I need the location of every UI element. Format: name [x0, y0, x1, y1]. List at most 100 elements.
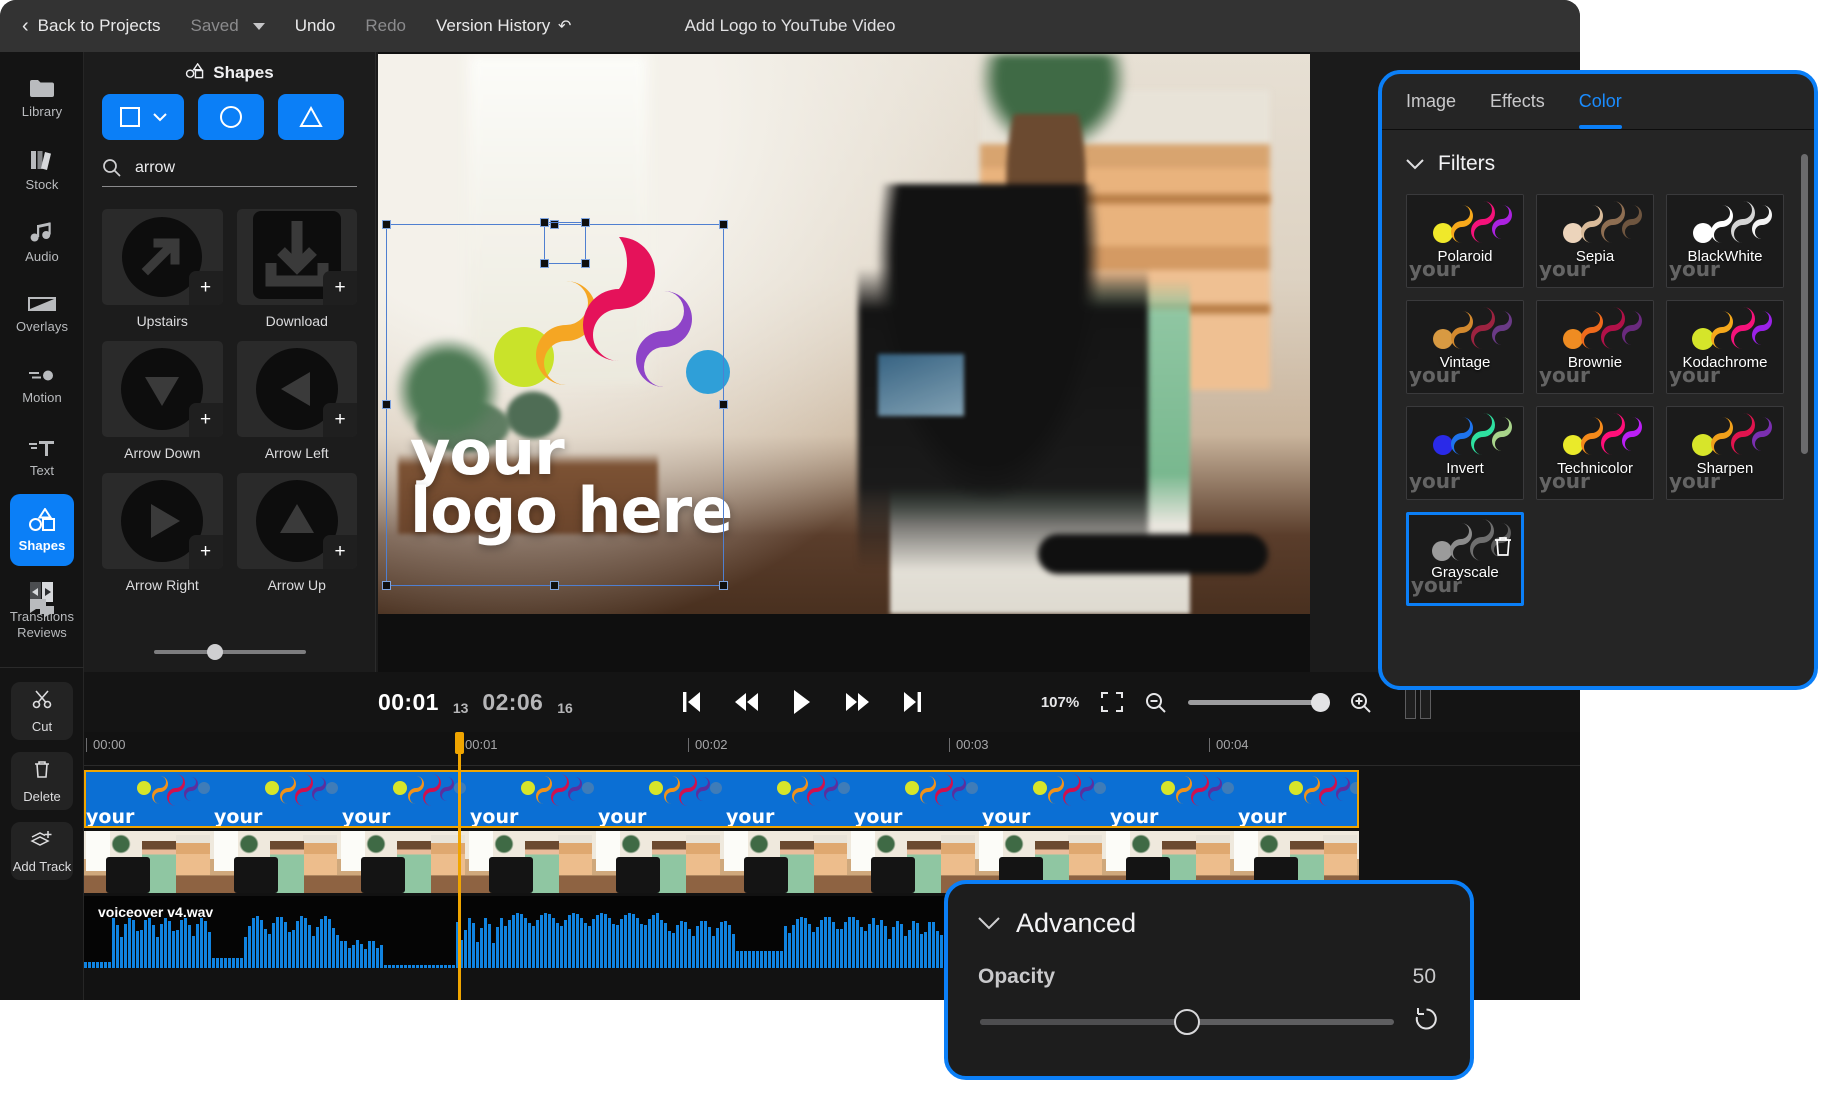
slider-track[interactable] [154, 650, 306, 654]
delete-filter-button[interactable] [1493, 535, 1513, 562]
sidebar-item-text[interactable]: Text [0, 422, 84, 494]
split-view-icon[interactable] [1405, 685, 1431, 719]
add-shape-button[interactable]: + [323, 403, 357, 437]
shape-result-arrow-down[interactable]: + Arrow Down [102, 341, 223, 461]
playback-controls [683, 689, 921, 715]
sidebar-item-label: Audio [25, 249, 59, 264]
timeline-clip-logo[interactable]: youryouryouryouryouryouryouryouryouryour [84, 770, 1359, 828]
sidebar-item-library[interactable]: Library [0, 62, 84, 134]
shape-result-label: Arrow Down [102, 445, 223, 461]
filter-label: Polaroid [1407, 248, 1523, 265]
shape-thumbnail: + [237, 473, 358, 569]
play-button[interactable] [793, 689, 811, 715]
filter-sepia[interactable]: your Sepia [1536, 194, 1654, 288]
opacity-slider[interactable] [980, 1019, 1394, 1025]
add-shape-button[interactable]: + [189, 271, 223, 305]
resize-handle-ne[interactable] [581, 218, 590, 227]
reset-icon[interactable] [1412, 1005, 1440, 1038]
sidebar-item-shapes[interactable]: Shapes [10, 494, 74, 566]
filters-section-header[interactable]: Filters [1406, 152, 1790, 176]
chevron-down-icon[interactable] [253, 23, 265, 30]
shape-result-download[interactable]: + Download [237, 209, 358, 329]
sidebar-item-audio[interactable]: Audio [0, 206, 84, 278]
resize-handle-se[interactable] [719, 581, 728, 590]
add-shape-button[interactable]: + [323, 271, 357, 305]
playhead-handle[interactable] [455, 732, 464, 754]
shape-result-arrow-up[interactable]: + Arrow Up [237, 473, 358, 593]
sidebar-item-stock[interactable]: Stock [0, 134, 84, 206]
delete-button[interactable]: Delete [11, 752, 73, 810]
back-to-projects-button[interactable]: ‹ Back to Projects [22, 16, 161, 36]
version-history-button[interactable]: Version History ↷ [436, 16, 572, 36]
add-shape-button[interactable]: + [189, 535, 223, 569]
tab-image[interactable]: Image [1406, 74, 1456, 129]
slider-knob[interactable] [1174, 1009, 1200, 1035]
filter-polaroid[interactable]: your Polaroid [1406, 194, 1524, 288]
filter-vintage[interactable]: your Vintage [1406, 300, 1524, 394]
active-tab-underline [1579, 125, 1622, 129]
timeline-video-frame [339, 831, 467, 893]
undo-button[interactable]: Undo [295, 16, 336, 36]
fast-forward-button[interactable] [845, 692, 869, 712]
filter-kodachrome[interactable]: your Kodachrome [1666, 300, 1784, 394]
shapes-zoom-slider[interactable] [84, 650, 376, 654]
resize-handle-nw[interactable] [382, 220, 391, 229]
advanced-section-header[interactable]: Advanced [948, 884, 1470, 939]
chevron-down-icon[interactable] [1406, 159, 1424, 170]
timeline-video-frame [722, 831, 850, 893]
resize-handle-ne[interactable] [719, 220, 728, 229]
shapes-search-row[interactable] [102, 154, 357, 187]
shape-result-arrow-right[interactable]: + Arrow Right [102, 473, 223, 593]
resize-handle-e[interactable] [719, 400, 728, 409]
shape-result-upstairs[interactable]: + Upstairs [102, 209, 223, 329]
scrollbar-thumb[interactable] [1801, 154, 1808, 454]
sidebar-item-reviews[interactable]: Reviews [0, 582, 84, 654]
resize-handle-s[interactable] [550, 581, 559, 590]
chevron-down-icon[interactable] [978, 917, 1000, 930]
zoom-in-icon[interactable] [1350, 692, 1371, 713]
jump-to-start-button[interactable] [683, 691, 701, 713]
sidebar-item-motion[interactable]: Motion [0, 350, 84, 422]
zoom-out-icon[interactable] [1145, 692, 1166, 713]
circle-shape-button[interactable] [198, 94, 264, 140]
playhead[interactable] [458, 732, 461, 1000]
filter-grayscale[interactable]: your Grayscale [1406, 512, 1524, 606]
timeline-ruler[interactable]: 00:00 00:01 00:02 00:03 00:04 [84, 732, 1580, 766]
filter-technicolor[interactable]: your Technicolor [1536, 406, 1654, 500]
cut-button[interactable]: Cut [11, 682, 73, 740]
redo-button[interactable]: Redo [365, 16, 406, 36]
video-preview[interactable]: your logo here [378, 54, 1310, 614]
rectangle-shape-button[interactable] [102, 94, 184, 140]
overlay-icon [27, 295, 57, 313]
add-shape-button[interactable]: + [189, 403, 223, 437]
slider-knob[interactable] [1311, 693, 1330, 712]
sidebar-item-label: Library [22, 104, 62, 119]
sidebar-item-overlays[interactable]: Overlays [0, 278, 84, 350]
add-track-button[interactable]: Add Track [11, 822, 73, 880]
rewind-button[interactable] [735, 692, 759, 712]
add-shape-button[interactable]: + [323, 535, 357, 569]
fit-to-screen-icon[interactable] [1101, 692, 1123, 712]
tab-color[interactable]: Color [1579, 74, 1622, 129]
filter-sharpen[interactable]: your Sharpen [1666, 406, 1784, 500]
timeline-logo-thumbnail: your [342, 774, 468, 828]
resize-handle-sw[interactable] [540, 259, 549, 268]
triangle-shape-button[interactable] [278, 94, 344, 140]
filter-brownie[interactable]: your Brownie [1536, 300, 1654, 394]
saved-status-group[interactable]: Saved [191, 16, 265, 36]
chevron-left-icon: ‹ [22, 17, 29, 35]
tab-effects[interactable]: Effects [1490, 74, 1545, 129]
resize-handle-nw[interactable] [540, 218, 549, 227]
filter-blackwhite[interactable]: your BlackWhite [1666, 194, 1784, 288]
slider-knob[interactable] [207, 644, 223, 660]
filter-invert[interactable]: your Invert [1406, 406, 1524, 500]
resize-handle-sw[interactable] [382, 581, 391, 590]
search-input[interactable] [135, 159, 325, 177]
resize-handle-se[interactable] [581, 259, 590, 268]
resize-handle-w[interactable] [382, 400, 391, 409]
selection-bounding-box[interactable] [386, 224, 724, 586]
shape-result-arrow-left[interactable]: + Arrow Left [237, 341, 358, 461]
jump-to-end-button[interactable] [903, 691, 921, 713]
selection-bounding-box-inner[interactable] [544, 222, 586, 264]
zoom-slider[interactable] [1188, 700, 1328, 705]
